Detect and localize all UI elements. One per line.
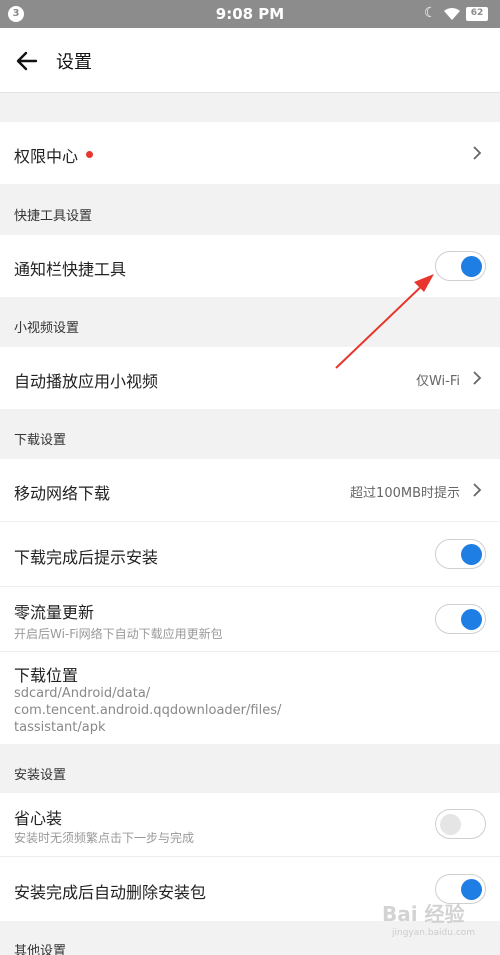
toggle-knob [440,814,461,835]
section-short-video: 小视频设置 [14,321,80,336]
app-header: 设置 [0,28,500,93]
baidu-watermark-url: jingyan.baidu.com [392,928,476,938]
prompt-install-label: 下载完成后提示安装 [14,548,159,567]
auto-delete-label: 安装完成后自动删除安装包 [14,883,207,902]
toggle-knob [461,256,482,277]
easy-install-row: 省心装 安装时无须频繁点击下一步与完成 [0,793,500,856]
prompt-install-row: 下载完成后提示安装 [0,522,500,586]
moon-icon: ☾ [424,5,437,21]
easy-install-sub: 安装时无须频繁点击下一步与完成 [14,831,195,845]
wifi-icon [444,7,460,20]
page-title: 设置 [56,52,92,73]
notification-tools-toggle[interactable] [435,251,486,281]
download-location-row[interactable]: 下载位置 sdcard/Android/data/ com.tencent.an… [0,652,500,744]
mobile-download-value: 超过100MB时提示 [350,486,460,501]
toggle-knob [461,544,482,565]
zero-traffic-toggle[interactable] [435,604,486,634]
section-other: 其他设置 [14,944,67,955]
chevron-right-icon [473,371,482,385]
section-quick-tools: 快捷工具设置 [14,209,93,224]
autoplay-video-label: 自动播放应用小视频 [14,372,159,391]
easy-install-label: 省心装 [14,809,63,828]
baidu-watermark: Bai 经验 [382,902,465,926]
notification-dot-icon [86,151,93,158]
chevron-right-icon [473,483,482,497]
permissions-row[interactable]: 权限中心 [0,122,500,184]
mobile-download-label: 移动网络下载 [14,484,111,503]
download-path-line2: com.tencent.android.qqdownloader/files/ [14,703,282,718]
prompt-install-toggle[interactable] [435,539,486,569]
toggle-knob [461,879,482,900]
toggle-knob [461,609,482,630]
permissions-label: 权限中心 [14,147,79,166]
section-install: 安装设置 [14,768,67,783]
status-bar: 3 9:08 PM ☾ 62 [0,0,500,28]
annotation-arrow-icon [335,274,434,369]
easy-install-toggle[interactable] [435,809,486,839]
section-download: 下载设置 [14,433,67,448]
chevron-right-icon [473,146,482,160]
zero-traffic-label: 零流量更新 [14,603,95,622]
download-path-line1: sdcard/Android/data/ [14,686,151,701]
zero-traffic-sub: 开启后Wi-Fi网络下自动下载应用更新包 [14,627,223,641]
zero-traffic-row: 零流量更新 开启后Wi-Fi网络下自动下载应用更新包 [0,587,500,651]
mobile-download-row[interactable]: 移动网络下载 超过100MB时提示 [0,459,500,521]
download-location-label: 下载位置 [14,666,79,685]
notification-tools-label: 通知栏快捷工具 [14,260,127,279]
back-arrow-icon[interactable] [14,48,40,74]
download-path-line3: tassistant/apk [14,720,106,735]
battery-icon: 62 [466,7,488,21]
